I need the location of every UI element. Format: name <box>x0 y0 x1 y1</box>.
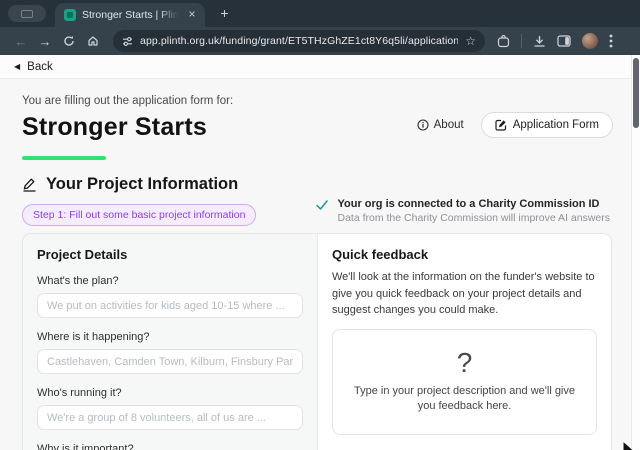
project-details-title: Project Details <box>37 247 303 262</box>
active-tab[interactable]: Stronger Starts | Plinth AI Gra × <box>55 3 205 27</box>
quick-feedback-title: Quick feedback <box>332 247 597 262</box>
charity-status-text: Your org is connected to a Charity Commi… <box>338 198 611 224</box>
home-button[interactable] <box>81 30 105 52</box>
url-text[interactable]: app.plinth.org.uk/funding/grant/ET5THzGh… <box>140 35 458 47</box>
field-label: Who's running it? <box>37 387 303 399</box>
scrollbar-thumb[interactable] <box>633 58 639 128</box>
browser-chrome: Stronger Starts | Plinth AI Gra × + ← → … <box>0 0 640 55</box>
page-scrollbar[interactable] <box>631 55 640 450</box>
tab-strip: Stronger Starts | Plinth AI Gra × + <box>0 0 640 27</box>
nav-forward-button[interactable]: → <box>33 30 57 52</box>
project-details-panel: Project Details What's the plan? Where i… <box>23 234 318 450</box>
field-label: Where is it happening? <box>37 331 303 343</box>
site-settings-icon[interactable] <box>122 36 133 47</box>
browser-toolbar: ← → app.plinth.org.uk/funding/grant/ET5T… <box>0 27 640 55</box>
new-tab-button[interactable]: + <box>216 5 233 22</box>
extensions-icon[interactable] <box>497 35 510 48</box>
quick-feedback-description: We'll look at the information on the fun… <box>332 269 597 319</box>
check-icon <box>315 198 329 212</box>
section-title-row: Your Project Information <box>22 175 618 194</box>
location-input[interactable] <box>37 349 303 374</box>
tab-search-pill[interactable] <box>8 5 46 22</box>
field-where-happening: Where is it happening? <box>37 331 303 374</box>
field-whos-running: Who's running it? <box>37 387 303 430</box>
field-why-important: Why is it important? <box>37 443 303 450</box>
reload-icon <box>63 35 75 47</box>
question-mark-icon: ? <box>457 349 473 377</box>
field-label: What's the plan? <box>37 275 303 287</box>
charity-status-title: Your org is connected to a Charity Commi… <box>338 198 611 210</box>
feedback-empty-caption: Type in your project description and we'… <box>349 384 580 415</box>
url-bar[interactable]: app.plinth.org.uk/funding/grant/ET5THzGh… <box>113 30 485 52</box>
section-title: Your Project Information <box>46 175 238 194</box>
feedback-empty-state: ? Type in your project description and w… <box>332 329 597 435</box>
about-label: About <box>434 119 464 131</box>
quick-feedback-panel: Quick feedback We'll look at the informa… <box>318 234 611 450</box>
application-form-label: Application Form <box>513 119 599 131</box>
browser-menu-icon[interactable] <box>609 34 613 48</box>
header-actions: About Application Form <box>417 112 613 138</box>
info-icon <box>417 119 429 131</box>
reload-button[interactable] <box>57 30 81 52</box>
back-bar[interactable]: ◀ Back <box>0 55 640 79</box>
step-badge: Step 1: Fill out some basic project info… <box>22 204 256 226</box>
toolbar-divider <box>521 34 522 48</box>
nav-back-button[interactable]: ← <box>9 30 33 52</box>
close-tab-icon[interactable]: × <box>185 8 199 22</box>
charity-status-subtitle: Data from the Charity Commission will im… <box>338 212 611 224</box>
page-content: ◀ Back You are filling out the applicati… <box>0 55 640 450</box>
intro-text: You are filling out the application form… <box>22 95 618 107</box>
bookmark-star-icon[interactable]: ☆ <box>465 35 476 47</box>
side-panel-icon[interactable] <box>557 35 571 47</box>
downloads-icon[interactable] <box>533 35 546 48</box>
field-whats-the-plan: What's the plan? <box>37 275 303 318</box>
plan-input[interactable] <box>37 293 303 318</box>
profile-avatar[interactable] <box>582 33 598 49</box>
back-arrow-icon: ◀ <box>14 62 20 71</box>
chrome-actions <box>497 33 613 49</box>
plinth-favicon-icon <box>64 9 76 21</box>
about-link[interactable]: About <box>417 119 464 131</box>
back-link[interactable]: Back <box>27 61 53 73</box>
tab-title: Stronger Starts | Plinth AI Gra <box>82 9 179 21</box>
home-icon <box>87 35 99 47</box>
application-form-button[interactable]: Application Form <box>481 112 613 138</box>
form-card: Project Details What's the plan? Where i… <box>22 233 612 450</box>
pencil-icon <box>22 177 37 192</box>
charity-status: Your org is connected to a Charity Commi… <box>315 198 611 224</box>
edit-form-icon <box>495 119 507 131</box>
field-label: Why is it important? <box>37 443 303 450</box>
team-input[interactable] <box>37 405 303 430</box>
tab-search-icon <box>21 10 33 18</box>
